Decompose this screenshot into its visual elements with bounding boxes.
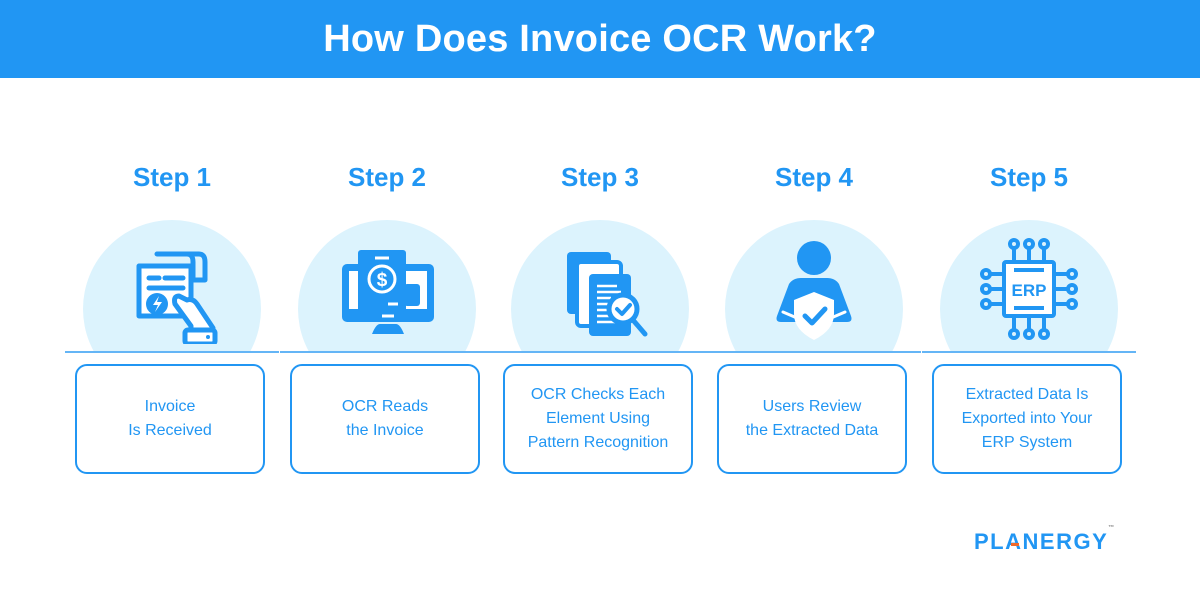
step-description-box: Invoice Is Received — [75, 364, 265, 474]
step-title: Step 4 — [774, 162, 854, 192]
step-4: Step 4 Users Review the Extracted Data — [707, 0, 921, 600]
description-line: Exported into Your — [961, 410, 1093, 427]
description-line: ERP System — [981, 434, 1073, 451]
step-2: Step 2 $ OCR Reads the Invoice — [280, 0, 494, 600]
icon-area: ERP — [922, 218, 1136, 352]
monitor-invoice-dollar-icon: $ — [342, 250, 434, 334]
hand-holding-invoice-icon — [136, 251, 218, 344]
logo-suffix: NERGY — [1022, 529, 1109, 554]
description-line: Pattern Recognition — [527, 434, 669, 451]
description-line: Invoice — [144, 398, 196, 415]
step-description-box: Extracted Data Is Exported into Your ERP… — [932, 364, 1122, 474]
description-line: Is Received — [128, 422, 212, 439]
description-line: the Extracted Data — [745, 422, 879, 439]
step-1: Step 1 Invoice Is Received — [65, 0, 279, 600]
divider-line — [280, 351, 494, 353]
planergy-logo: PLANERGY™ — [974, 525, 1114, 555]
logo-prefix: PL — [974, 529, 1006, 554]
step-title: Step 5 — [989, 162, 1069, 192]
divider-line — [65, 351, 279, 353]
step-title: Step 1 — [132, 162, 212, 192]
description-line: Extracted Data Is — [965, 386, 1089, 403]
documents-magnifier-check-icon — [567, 252, 648, 337]
divider-line — [922, 351, 1136, 353]
step-3: Step 3 OCR Checks Each Element Using Pat… — [493, 0, 707, 600]
icon-area: $ — [280, 218, 494, 352]
description-line: the Invoice — [346, 422, 424, 439]
trademark-symbol: ™ — [1108, 524, 1115, 531]
logo-accent-letter: A — [1005, 529, 1023, 554]
step-description-box: OCR Checks Each Element Using Pattern Re… — [503, 364, 693, 474]
erp-chip-icon: ERP — [980, 238, 1078, 340]
divider-line — [707, 351, 921, 353]
description-line: Users Review — [762, 398, 862, 415]
step-description-box: OCR Reads the Invoice — [290, 364, 480, 474]
step-title: Step 2 — [347, 162, 427, 192]
step-description-box: Users Review the Extracted Data — [717, 364, 907, 474]
svg-text:$: $ — [377, 270, 388, 291]
step-5: Step 5 ERP Extracted Data Is Exported in… — [922, 0, 1136, 600]
user-shield-check-icon — [776, 241, 852, 340]
icon-area — [493, 218, 707, 352]
svg-text:ERP: ERP — [1012, 281, 1047, 300]
icon-area — [65, 218, 279, 352]
steps-row: Step 1 Invoice Is Received Step 2 $ OCR … — [0, 0, 1200, 600]
description-line: Element Using — [545, 410, 651, 427]
description-line: OCR Reads — [341, 398, 429, 415]
step-title: Step 3 — [560, 162, 640, 192]
description-line: OCR Checks Each — [530, 386, 666, 403]
divider-line — [493, 351, 707, 353]
icon-area — [707, 218, 921, 352]
